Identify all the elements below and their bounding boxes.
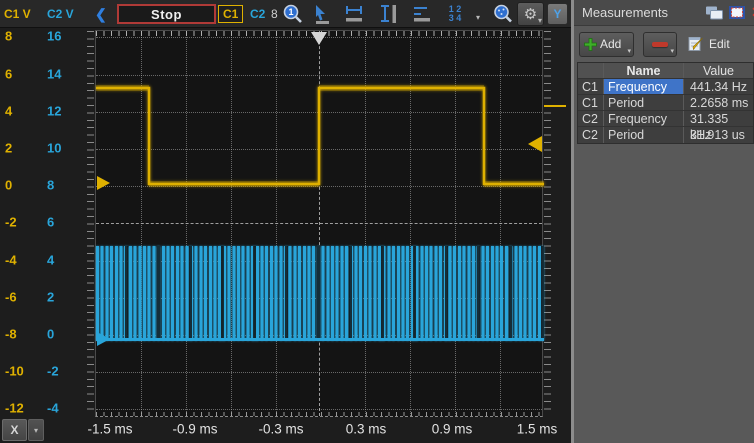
c2-tick: -4 xyxy=(47,401,59,416)
measurements-panel: Measurements ✕ Add ▾ xyxy=(571,0,754,443)
cursor-tool-icon[interactable] xyxy=(310,3,334,25)
c2-tick: 2 xyxy=(47,290,54,305)
c2-tick: 12 xyxy=(47,104,61,119)
waveform-plot[interactable] xyxy=(95,30,543,417)
x-axis-button[interactable]: X xyxy=(2,419,27,441)
c1-level-indicator-line xyxy=(544,105,566,107)
c1-tick: -4 xyxy=(5,253,17,268)
c1-tick: 0 xyxy=(5,178,12,193)
stop-button[interactable]: Stop xyxy=(117,4,216,24)
c2-tick: -2 xyxy=(47,364,59,379)
plus-icon xyxy=(584,38,597,51)
edit-measurements-button[interactable]: Edit xyxy=(688,36,730,52)
measurements-table: Name Value C1 Frequency 441.34 Hz C1 Per… xyxy=(577,62,754,144)
zoom-1x-icon[interactable]: 1 xyxy=(281,3,305,25)
c1-volts-label: C1 V xyxy=(4,0,31,28)
c1-tick: 2 xyxy=(5,141,12,156)
channels-1234-icon[interactable]: 1 2 3 4 xyxy=(443,3,467,25)
measurements-title: Measurements xyxy=(582,5,668,20)
c1-tick: -2 xyxy=(5,215,17,230)
time-tick: 0.3 ms xyxy=(346,422,387,437)
c1-tick: -12 xyxy=(5,401,24,416)
value-column-header[interactable]: Value xyxy=(684,63,753,78)
cursor-menu-caret-icon[interactable]: ▾ xyxy=(476,13,480,22)
c1-waveform xyxy=(96,31,544,418)
c2-ground-marker[interactable] xyxy=(97,332,110,346)
minus-icon xyxy=(652,42,668,47)
time-tick: -1.5 ms xyxy=(87,422,132,437)
measurements-toolbar: Add ▾ ▾ Edit xyxy=(574,27,754,61)
oscilloscope-app: C1 V C2 V ❮ Stop C1 C2 8 1 xyxy=(0,0,754,443)
time-tick: -0.3 ms xyxy=(258,422,303,437)
name-column-header[interactable]: Name xyxy=(604,63,684,78)
measurements-title-bar: Measurements ✕ xyxy=(574,0,754,26)
c1-tick: 6 xyxy=(5,67,12,82)
time-tick: 1.5 ms xyxy=(517,422,558,437)
x-axis-menu-caret[interactable]: ▾ xyxy=(28,419,44,441)
add-measurement-button[interactable]: Add ▾ xyxy=(579,32,634,57)
table-row[interactable]: C1 Period 2.2658 ms xyxy=(578,95,753,111)
channel-2-button[interactable]: C2 xyxy=(247,5,268,23)
remove-measurement-button[interactable]: ▾ xyxy=(643,32,677,57)
undock-panel-icon[interactable] xyxy=(705,6,724,25)
collapse-left-chevron-icon[interactable]: ❮ xyxy=(95,0,107,28)
c2-tick: 10 xyxy=(47,141,61,156)
toolbar: C1 V C2 V ❮ Stop C1 C2 8 1 xyxy=(0,0,571,28)
c1-tick: -6 xyxy=(5,290,17,305)
selected-cell[interactable]: Frequency xyxy=(604,79,684,94)
sample-depth-label: 8 xyxy=(271,0,278,28)
right-ruler-ticks xyxy=(544,31,551,416)
left-ruler-ticks xyxy=(87,31,94,416)
channel-1-button[interactable]: C1 xyxy=(218,5,243,23)
table-row[interactable]: C1 Frequency 441.34 Hz xyxy=(578,79,753,95)
c2-tick: 14 xyxy=(47,67,61,82)
c2-tick: 6 xyxy=(47,215,54,230)
level-cursor-icon[interactable] xyxy=(410,3,434,25)
search-zoom-icon[interactable] xyxy=(491,3,515,25)
c2-tick: 8 xyxy=(47,178,54,193)
c2-volts-label: C2 V xyxy=(47,0,74,28)
c2-tick: 16 xyxy=(47,29,61,44)
trigger-level-marker[interactable] xyxy=(528,136,542,152)
time-tick: 0.9 ms xyxy=(432,422,473,437)
c1-tick: -8 xyxy=(5,327,17,342)
settings-gear-button[interactable]: ⚙▾ xyxy=(517,2,544,26)
time-tick: -0.9 ms xyxy=(172,422,217,437)
c1-tick: -10 xyxy=(5,364,24,379)
edit-icon xyxy=(688,36,704,52)
c2-tick: 4 xyxy=(47,253,54,268)
table-header-row: Name Value xyxy=(578,63,753,79)
svg-text:1: 1 xyxy=(288,7,293,17)
maximize-panel-icon[interactable] xyxy=(729,6,745,24)
horizontal-cursor-icon[interactable] xyxy=(342,3,366,25)
c1-ground-marker[interactable] xyxy=(97,176,110,190)
vertical-cursor-icon[interactable] xyxy=(376,3,400,25)
table-row[interactable]: C2 Frequency 31.335 kHz xyxy=(578,111,753,127)
c2-tick: 0 xyxy=(47,327,54,342)
c1-tick: 4 xyxy=(5,104,12,119)
remove-menu-caret-icon[interactable]: ▾ xyxy=(670,47,674,55)
trigger-position-marker[interactable] xyxy=(311,32,327,45)
y-axis-button[interactable]: Y xyxy=(547,3,568,25)
c1-tick: 8 xyxy=(5,29,12,44)
add-menu-caret-icon[interactable]: ▾ xyxy=(627,47,631,55)
table-row[interactable]: C2 Period 31.913 us xyxy=(578,127,753,143)
